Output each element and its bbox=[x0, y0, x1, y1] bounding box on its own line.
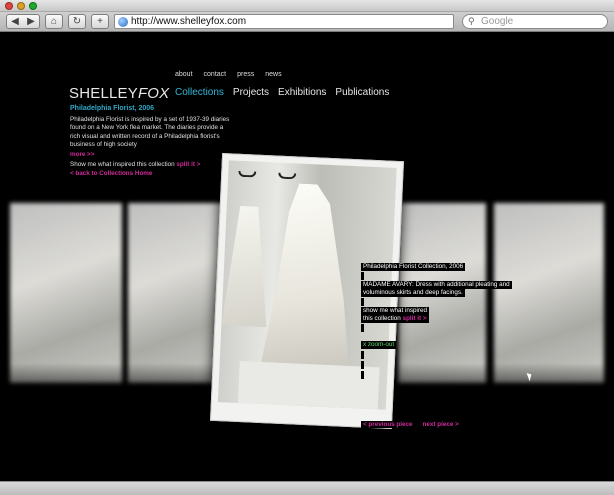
status-bar bbox=[0, 481, 614, 495]
title-bar bbox=[0, 0, 614, 12]
info-bar bbox=[361, 298, 364, 306]
info-bar bbox=[361, 361, 364, 369]
hanger-hook bbox=[238, 170, 257, 178]
inspired-row: Show me what inspired this collection sp… bbox=[70, 161, 200, 168]
info-bar bbox=[361, 272, 364, 280]
piece-pager: < previous piece next piece > bbox=[361, 421, 471, 428]
nav-press[interactable]: press bbox=[237, 71, 254, 78]
address-bar[interactable]: http://www.shelleyfox.com bbox=[114, 14, 454, 29]
nav-publications[interactable]: Publications bbox=[335, 87, 389, 98]
home-button[interactable]: ⌂ bbox=[45, 14, 63, 29]
info-piece-line1: MADAME AVARY: Dress with additional plea… bbox=[361, 281, 512, 289]
info-inspired-line2: this collection split it > bbox=[361, 315, 429, 323]
garment-shape bbox=[221, 205, 271, 327]
carousel-thumb[interactable] bbox=[128, 203, 226, 383]
close-light[interactable] bbox=[5, 2, 13, 10]
info-split-link[interactable]: split it > bbox=[403, 315, 427, 322]
carousel-thumb[interactable] bbox=[494, 203, 604, 383]
nav-collections[interactable]: Collections bbox=[175, 87, 224, 98]
garment-shape bbox=[259, 182, 358, 376]
url-text[interactable]: http://www.shelleyfox.com bbox=[131, 16, 246, 27]
previous-piece-link[interactable]: < previous piece bbox=[363, 421, 413, 428]
nav-contact[interactable]: contact bbox=[204, 71, 227, 78]
search-input[interactable]: ⚲ Google bbox=[462, 14, 608, 29]
search-icon: ⚲ bbox=[468, 16, 475, 26]
zoom-light[interactable] bbox=[29, 2, 37, 10]
info-bar bbox=[361, 324, 364, 332]
nav-exhibitions[interactable]: Exhibitions bbox=[278, 87, 326, 98]
globe-icon bbox=[118, 17, 128, 27]
back-button[interactable]: ◀ bbox=[7, 15, 23, 28]
logo-main: SHELLEY bbox=[69, 85, 138, 102]
back-forward-group: ◀ ▶ bbox=[6, 14, 40, 29]
next-piece-link[interactable]: next piece > bbox=[423, 421, 459, 428]
info-collection: Philadelphia Florist Collection, 2006 bbox=[361, 263, 466, 271]
reload-button[interactable]: ↻ bbox=[68, 14, 86, 29]
carousel-thumb[interactable] bbox=[10, 203, 122, 383]
browser-window: ◀ ▶ ⌂ ↻ + http://www.shelleyfox.com ⚲ Goo… bbox=[0, 0, 614, 495]
zoom-out-button[interactable]: x zoom-out bbox=[361, 341, 397, 349]
add-bookmark-button[interactable]: + bbox=[91, 14, 109, 29]
display-pedestal bbox=[237, 361, 380, 410]
logo-italic: FOX bbox=[137, 85, 170, 102]
inspired-text: Show me what inspired this collection bbox=[70, 161, 175, 168]
forward-button[interactable]: ▶ bbox=[23, 15, 39, 28]
site-logo[interactable]: SHELLEYFOX bbox=[69, 85, 169, 102]
info-bar bbox=[361, 351, 364, 359]
split-link[interactable]: split it > bbox=[176, 161, 200, 168]
more-link[interactable]: more >> bbox=[70, 151, 95, 158]
nav-about[interactable]: about bbox=[175, 71, 193, 78]
info-inspired-line1: show me what inspired bbox=[361, 307, 430, 315]
browser-toolbar: ◀ ▶ ⌂ ↻ + http://www.shelleyfox.com ⚲ Goo… bbox=[0, 12, 614, 32]
info-bar bbox=[361, 371, 364, 379]
nav-news[interactable]: news bbox=[265, 71, 281, 78]
main-nav: Collections Projects Exhibitions Publicatio… bbox=[175, 87, 398, 98]
page-content: about contact press news SHELLEYFOX Collect… bbox=[0, 33, 614, 480]
info-piece-line2: voluminous skirts and deep facings. bbox=[361, 289, 465, 297]
info-inspired-text: this collection bbox=[363, 315, 401, 322]
collection-description: Philadelphia Florist is inspired by a se… bbox=[70, 116, 230, 149]
collection-title: Philadelphia Florist, 2006 bbox=[70, 105, 155, 112]
back-to-collections-link[interactable]: < back to Collections Home bbox=[70, 170, 152, 177]
nav-projects[interactable]: Projects bbox=[233, 87, 269, 98]
search-placeholder: Google bbox=[481, 16, 514, 27]
hanger-hook bbox=[278, 172, 297, 180]
minimize-light[interactable] bbox=[17, 2, 25, 10]
top-nav: about contact press news bbox=[175, 71, 293, 78]
